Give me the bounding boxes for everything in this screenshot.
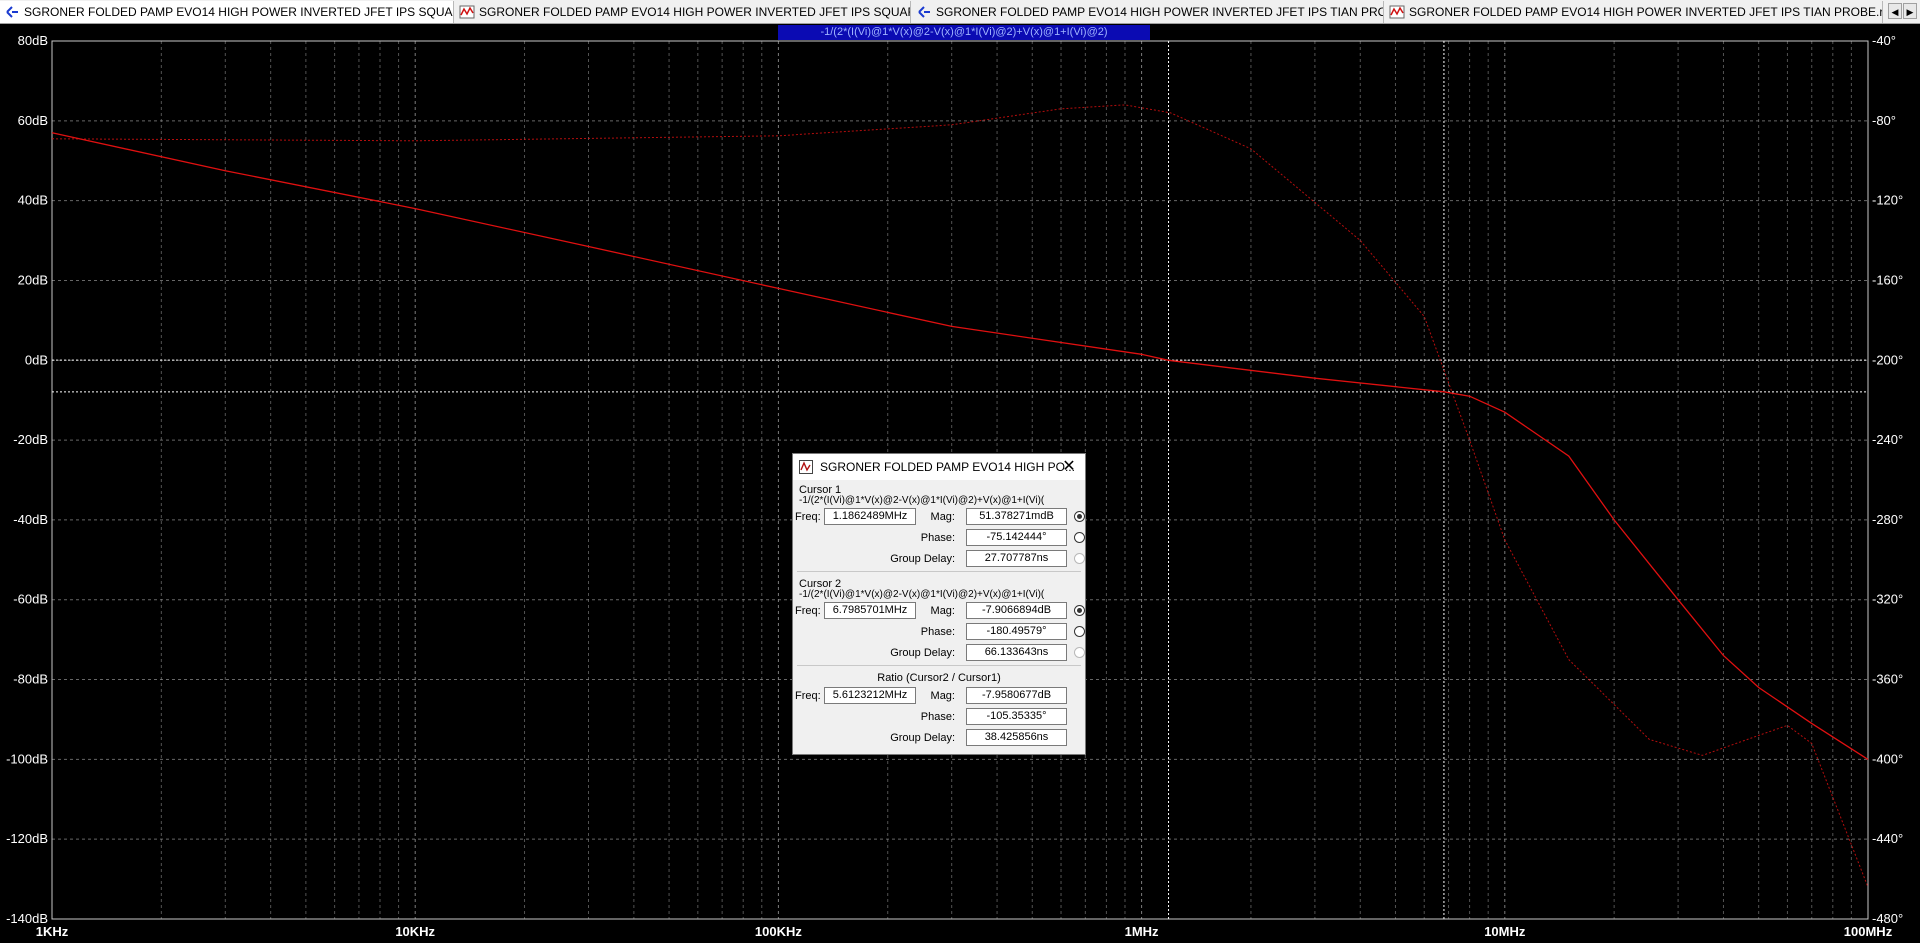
y-tick-label-left: 40dB (18, 193, 48, 208)
cursor1-mag-label: Mag: (930, 511, 955, 523)
y-tick-label-left: -40dB (13, 512, 48, 527)
dialog-title: SGRONER FOLDED PAMP EVO14 HIGH PO... (820, 460, 1075, 474)
cursor2-group-delay-radio[interactable] (1074, 647, 1085, 658)
ratio-group-delay-label: Group Delay: (890, 732, 955, 744)
y-tick-label-right: -40° (1872, 33, 1896, 48)
cursor1-mag-field[interactable]: 51.378271mdB (966, 508, 1067, 525)
cursor2-freq-field[interactable]: 6.7985701MHz (824, 602, 916, 619)
y-tick-label-left: 80dB (18, 33, 48, 48)
cursor1-phase-radio[interactable] (1074, 532, 1085, 543)
cursor2-phase-radio[interactable] (1074, 626, 1085, 637)
cursor-readout-dialog[interactable]: SGRONER FOLDED PAMP EVO14 HIGH PO... ✕ C… (792, 453, 1086, 755)
y-tick-label-left: 20dB (18, 272, 48, 287)
y-tick-label-right: -120° (1872, 193, 1903, 208)
y-tick-label-left: 0dB (25, 352, 48, 367)
x-tick-label: 100KHz (755, 924, 802, 939)
waveform-icon (1389, 5, 1405, 19)
cursor1-phase-field[interactable]: -75.142444° (966, 529, 1067, 546)
cursor1-expression: -1/(2*(I(Vi)@1*V(x)@2-V(x)@1*I(Vi)@2)+V(… (799, 495, 1045, 506)
ratio-mag-label: Mag: (930, 690, 955, 702)
document-tab-bar: SGRONER FOLDED PAMP EVO14 HIGH POWER INV… (0, 0, 1920, 24)
y-tick-label-right: -400° (1872, 751, 1903, 766)
divider (797, 571, 1081, 572)
ratio-phase-field[interactable]: -105.35335° (966, 708, 1067, 725)
y-tick-label-right: -240° (1872, 432, 1903, 447)
cursor1-group-delay-radio[interactable] (1074, 553, 1085, 564)
y-tick-label-left: -100dB (6, 751, 48, 766)
y-tick-label-right: -80° (1872, 113, 1896, 128)
ratio-freq-label: Freq: (795, 690, 821, 702)
tab-square-raw[interactable]: SGRONER FOLDED PAMP EVO14 HIGH POWER INV… (455, 1, 911, 23)
ratio-phase-label: Phase: (920, 711, 955, 723)
y-tick-label-left: 60dB (18, 113, 48, 128)
cursor1-freq-field[interactable]: 1.1862489MHz (824, 508, 916, 525)
cursor1-mag-radio[interactable] (1074, 511, 1085, 522)
ratio-mag-field[interactable]: -7.9580677dB (966, 687, 1067, 704)
x-tick-label: 1MHz (1125, 924, 1159, 939)
y-tick-label-right: -280° (1872, 512, 1903, 527)
tab-scroll-left-icon[interactable]: ◀ (1888, 3, 1902, 19)
ratio-heading: Ratio (Cursor2 / Cursor1) (877, 672, 1001, 684)
y-tick-label-right: -160° (1872, 272, 1903, 287)
cursor2-mag-field[interactable]: -7.9066894dB (966, 602, 1067, 619)
cursor2-mag-radio[interactable] (1074, 605, 1085, 616)
cursor2-freq-label: Freq: (795, 605, 821, 617)
ratio-freq-field[interactable]: 5.6123212MHz (824, 687, 916, 704)
y-tick-label-left: -60dB (13, 592, 48, 607)
tab-scroll-right-icon[interactable]: ▶ (1903, 3, 1917, 19)
tab-label: SGRONER FOLDED PAMP EVO14 HIGH POWER INV… (936, 5, 1384, 19)
divider (797, 665, 1081, 666)
tab-tian-probe-asc[interactable]: SGRONER FOLDED PAMP EVO14 HIGH POWER INV… (912, 1, 1384, 23)
cursor2-phase-label: Phase: (920, 626, 955, 638)
y-tick-label-left: -120dB (6, 831, 48, 846)
x-tick-label: 10KHz (395, 924, 435, 939)
tab-label: SGRONER FOLDED PAMP EVO14 HIGH POWER INV… (479, 5, 911, 19)
cursor2-expression: -1/(2*(I(Vi)@1*V(x)@2-V(x)@1*I(Vi)@2)+V(… (799, 589, 1045, 600)
y-tick-label-right: -200° (1872, 352, 1903, 367)
ltspice-app-icon (799, 460, 813, 474)
schematic-icon (918, 6, 930, 18)
y-tick-label-right: -360° (1872, 672, 1903, 687)
cursor1-phase-label: Phase: (920, 532, 955, 544)
cursor1-group-delay-label: Group Delay: (890, 553, 955, 565)
trace-expression-label[interactable]: -1/(2*(I(Vi)@1*V(x)@2-V(x)@1*I(Vi)@2)+V(… (778, 25, 1150, 40)
tab-label: SGRONER FOLDED PAMP EVO14 HIGH POWER INV… (1409, 5, 1883, 19)
tab-square-asc[interactable]: SGRONER FOLDED PAMP EVO14 HIGH POWER INV… (0, 1, 454, 23)
waveform-icon (459, 5, 475, 19)
cursor2-group-delay-label: Group Delay: (890, 647, 955, 659)
cursor2-mag-label: Mag: (930, 605, 955, 617)
y-tick-label-left: -20dB (13, 432, 48, 447)
schematic-icon (6, 6, 18, 18)
cursor1-freq-label: Freq: (795, 511, 821, 523)
tab-label: SGRONER FOLDED PAMP EVO14 HIGH POWER INV… (24, 5, 454, 19)
x-tick-label: 10MHz (1484, 924, 1526, 939)
close-icon[interactable]: ✕ (1059, 457, 1079, 477)
x-tick-label: 1KHz (36, 924, 69, 939)
ratio-group-delay-field[interactable]: 38.425856ns (966, 729, 1067, 746)
y-tick-label-right: -320° (1872, 592, 1903, 607)
y-tick-label-right: -440° (1872, 831, 1903, 846)
x-tick-label: 100MHz (1844, 924, 1893, 939)
cursor2-phase-field[interactable]: -180.49579° (966, 623, 1067, 640)
tab-tian-probe-raw[interactable]: SGRONER FOLDED PAMP EVO14 HIGH POWER INV… (1385, 1, 1883, 23)
cursor1-group-delay-field[interactable]: 27.707787ns (966, 550, 1067, 567)
dialog-titlebar[interactable]: SGRONER FOLDED PAMP EVO14 HIGH PO... ✕ (793, 454, 1085, 480)
y-tick-label-left: -80dB (13, 672, 48, 687)
cursor2-group-delay-field[interactable]: 66.133643ns (966, 644, 1067, 661)
